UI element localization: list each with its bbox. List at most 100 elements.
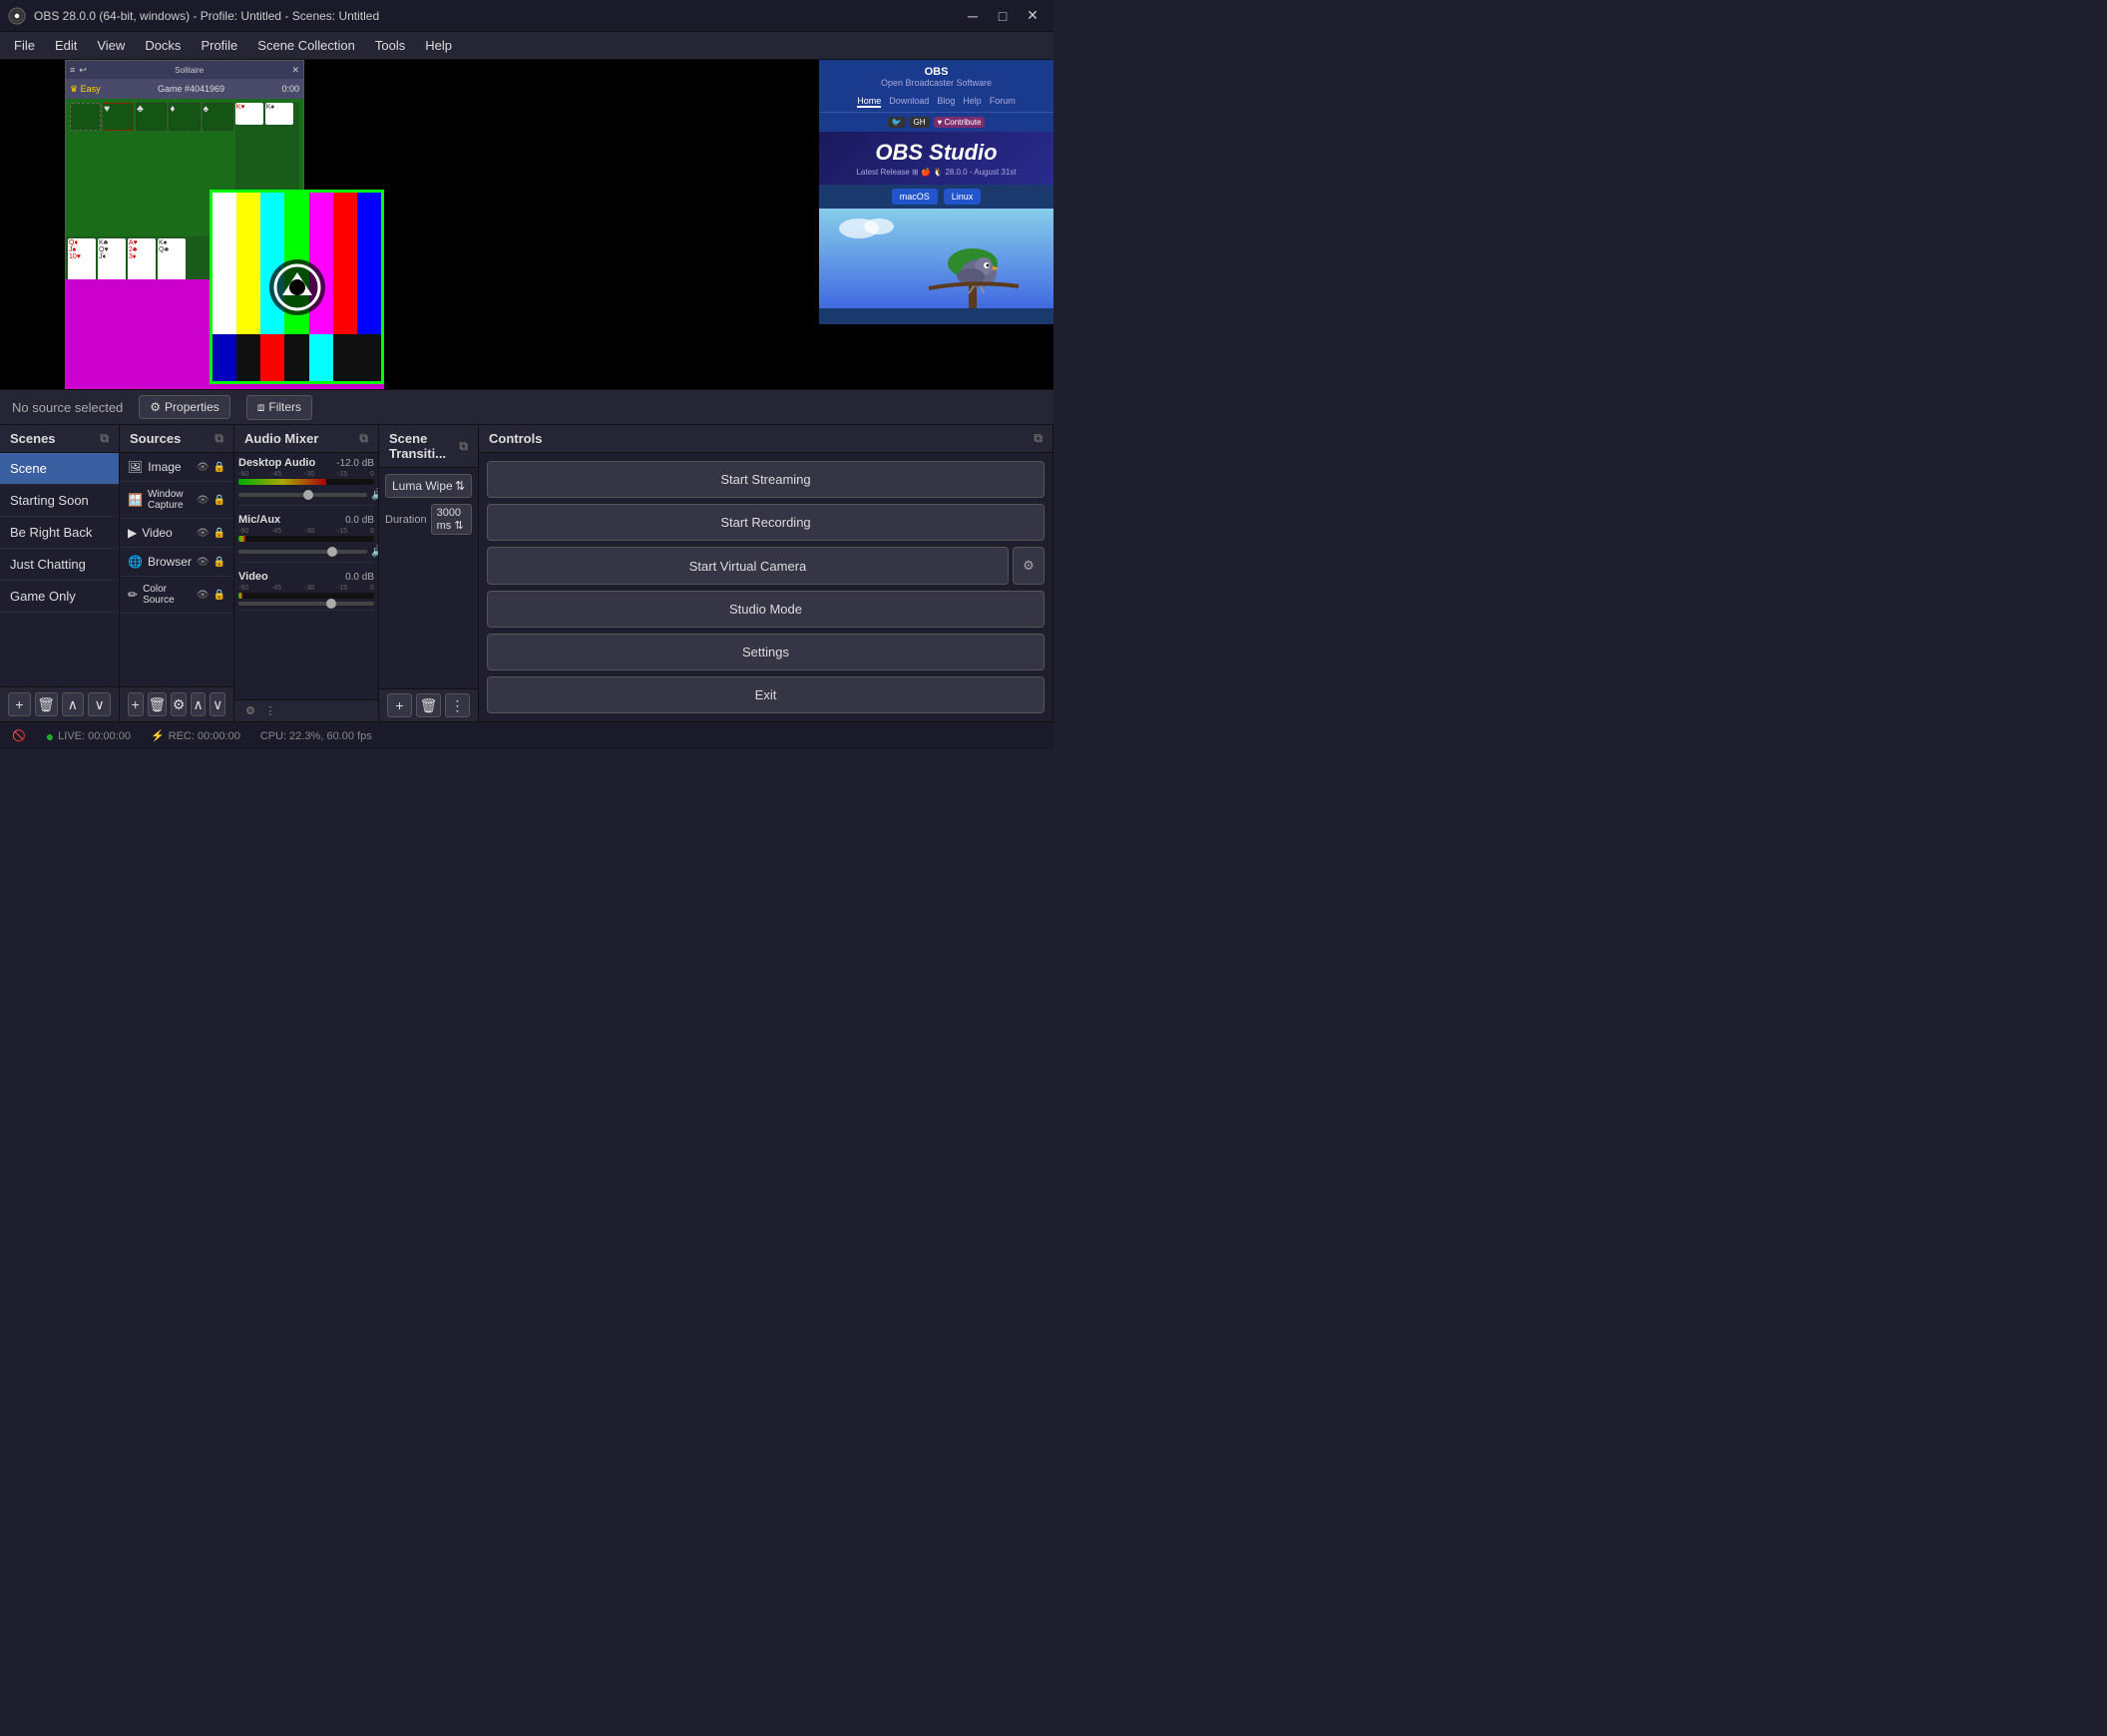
video-audio-slider-row xyxy=(238,602,374,606)
github-badge[interactable]: GH xyxy=(910,117,930,128)
source-item-window-capture[interactable]: 🪟 Window Capture 👁 🔒 xyxy=(120,482,233,519)
contribute-badge[interactable]: ♥ Contribute xyxy=(934,117,986,128)
exit-button[interactable]: Exit xyxy=(487,676,1045,713)
studio-mode-button[interactable]: Studio Mode xyxy=(487,591,1045,628)
browser-source-label: Browser xyxy=(148,555,192,569)
live-status: ● LIVE: 00:00:00 xyxy=(46,728,131,744)
image-lock-icon[interactable]: 🔒 xyxy=(213,462,225,473)
close-button[interactable]: ✕ xyxy=(1020,5,1046,27)
audio-menu-icon[interactable]: ⋮ xyxy=(262,704,278,717)
audio-panel-header: Audio Mixer ⧉ xyxy=(234,425,378,453)
sources-panel-title: Sources xyxy=(130,431,181,446)
start-streaming-button[interactable]: Start Streaming xyxy=(487,461,1045,498)
add-transition-button[interactable]: + xyxy=(387,693,412,717)
obs-nav-home[interactable]: Home xyxy=(857,96,881,108)
mic-aux-labels: -60-45-30-150 xyxy=(238,528,374,535)
mic-aux-mute[interactable]: 🔊 xyxy=(371,545,378,558)
browser-visibility-icon[interactable]: 👁 xyxy=(197,557,210,568)
color-lock-icon[interactable]: 🔒 xyxy=(213,590,225,601)
color-source-label: Color Source xyxy=(143,584,197,606)
menu-docks[interactable]: Docks xyxy=(135,34,191,57)
add-scene-button[interactable]: + xyxy=(8,692,31,716)
properties-button[interactable]: ⚙ Properties xyxy=(139,395,229,419)
obs-nav-download[interactable]: Download xyxy=(889,96,929,108)
obs-nav-help[interactable]: Help xyxy=(963,96,982,108)
minimize-button[interactable]: ─ xyxy=(960,5,986,27)
menu-file[interactable]: File xyxy=(4,34,45,57)
duration-stepper-icon: ⇅ xyxy=(454,520,463,532)
browser-lock-icon[interactable]: 🔒 xyxy=(213,557,225,568)
sources-panel-header: Sources ⧉ xyxy=(120,425,233,453)
rec-time: REC: 00:00:00 xyxy=(169,730,240,742)
window-lock-icon[interactable]: 🔒 xyxy=(213,495,225,506)
image-visibility-icon[interactable]: 👁 xyxy=(197,462,210,473)
rec-icon: ⚡ xyxy=(151,729,165,742)
window-visibility-icon[interactable]: 👁 xyxy=(197,495,210,506)
twitter-badge[interactable]: 🐦 xyxy=(888,117,906,128)
source-item-image[interactable]: 🖼 Image 👁 🔒 xyxy=(120,453,233,482)
linux-download-button[interactable]: Linux xyxy=(944,189,982,205)
scene-item-scene[interactable]: Scene xyxy=(0,453,119,485)
color-source-icon: ✏ xyxy=(128,588,138,602)
move-scene-up-button[interactable]: ∧ xyxy=(62,692,85,716)
virtual-camera-settings-icon[interactable]: ⚙ xyxy=(1013,547,1045,585)
video-lock-icon[interactable]: 🔒 xyxy=(213,528,225,539)
transition-type-select[interactable]: Luma Wipe ⇅ xyxy=(385,474,472,498)
scenes-panel: Scenes ⧉ Scene Starting Soon Be Right Ba… xyxy=(0,425,120,721)
move-scene-down-button[interactable]: ∨ xyxy=(88,692,111,716)
desktop-audio-slider[interactable] xyxy=(238,493,367,497)
source-item-video[interactable]: ▶ Video 👁 🔒 xyxy=(120,519,233,548)
source-item-color[interactable]: ✏ Color Source 👁 🔒 xyxy=(120,577,233,614)
remove-transition-button[interactable]: 🗑 xyxy=(416,693,441,717)
titlebar-buttons: ─ □ ✕ xyxy=(960,5,1046,27)
scene-item-be-right-back[interactable]: Be Right Back xyxy=(0,517,119,549)
mic-aux-slider[interactable] xyxy=(238,550,367,554)
remove-scene-button[interactable]: 🗑 xyxy=(35,692,58,716)
controls-panel: Controls ⧉ Start Streaming Start Recordi… xyxy=(479,425,1054,721)
menu-profile[interactable]: Profile xyxy=(191,34,247,57)
video-visibility-icon[interactable]: 👁 xyxy=(197,528,210,539)
audio-settings-icon[interactable]: ⚙ xyxy=(242,704,258,717)
start-recording-button[interactable]: Start Recording xyxy=(487,504,1045,541)
macos-download-button[interactable]: macOS xyxy=(892,189,938,205)
menu-view[interactable]: View xyxy=(87,34,135,57)
obs-nav-blog[interactable]: Blog xyxy=(937,96,955,108)
menu-help[interactable]: Help xyxy=(415,34,462,57)
live-dot-icon: ● xyxy=(46,728,54,744)
color-visibility-icon[interactable]: 👁 xyxy=(197,590,210,601)
add-source-button[interactable]: + xyxy=(128,692,144,716)
audio-toolbar: ⚙ ⋮ xyxy=(234,699,378,721)
app-icon xyxy=(8,7,26,25)
move-source-up-button[interactable]: ∧ xyxy=(191,692,207,716)
no-signal-status: 🚫 xyxy=(12,729,26,742)
transitions-panel-title: Scene Transiti... xyxy=(389,431,459,461)
obs-nav-forum[interactable]: Forum xyxy=(990,96,1016,108)
source-item-browser[interactable]: 🌐 Browser 👁 🔒 xyxy=(120,548,233,577)
scene-item-game-only[interactable]: Game Only xyxy=(0,581,119,613)
mic-aux-meter xyxy=(238,536,374,542)
scene-item-just-chatting[interactable]: Just Chatting xyxy=(0,549,119,581)
source-settings-button[interactable]: ⚙ xyxy=(171,692,187,716)
restore-button[interactable]: □ xyxy=(990,5,1016,27)
desktop-audio-mute[interactable]: 🔊 xyxy=(371,488,378,501)
sources-panel: Sources ⧉ 🖼 Image 👁 🔒 🪟 Window Capture xyxy=(120,425,234,721)
video-audio-channel: Video 0.0 dB -60-45-30-150 xyxy=(238,571,374,611)
menu-edit[interactable]: Edit xyxy=(45,34,87,57)
obs-site-subtitle: Open Broadcaster Software xyxy=(823,78,1050,88)
cpu-label: CPU: 22.3%, 60.00 fps xyxy=(260,730,372,742)
video-source-label: Video xyxy=(142,526,172,540)
sources-drag-icon: ⧉ xyxy=(214,431,223,446)
settings-button[interactable]: Settings xyxy=(487,634,1045,670)
menu-scene-collection[interactable]: Scene Collection xyxy=(247,34,365,57)
remove-source-button[interactable]: 🗑 xyxy=(148,692,168,716)
menu-tools[interactable]: Tools xyxy=(365,34,415,57)
move-source-down-button[interactable]: ∨ xyxy=(210,692,225,716)
filter-icon: ⧈ xyxy=(257,400,265,415)
start-virtual-camera-button[interactable]: Start Virtual Camera xyxy=(487,547,1009,585)
window-capture-label: Window Capture xyxy=(148,489,197,511)
obs-release-label: Latest Release ⊞ 🍎 🐧 28.0.0 - August 31s… xyxy=(823,168,1050,177)
filters-button[interactable]: ⧈ Filters xyxy=(246,395,312,420)
scene-item-starting-soon[interactable]: Starting Soon xyxy=(0,485,119,517)
transition-settings-button[interactable]: ⋮ xyxy=(445,693,470,717)
video-audio-slider[interactable] xyxy=(238,602,374,606)
